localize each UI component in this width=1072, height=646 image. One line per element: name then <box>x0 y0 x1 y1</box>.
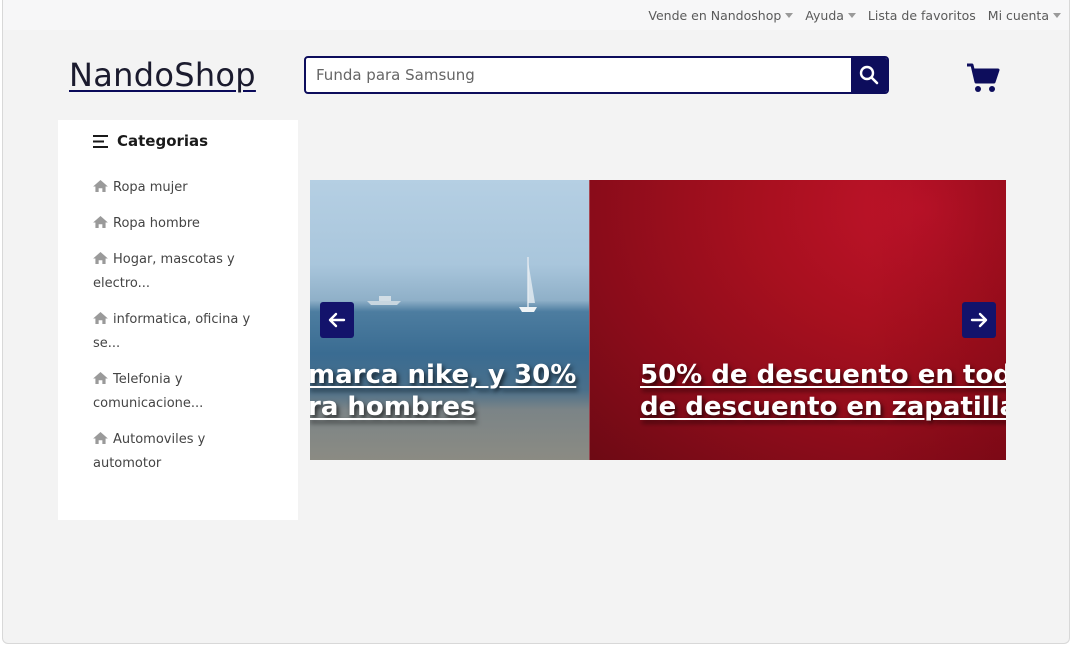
home-icon <box>93 252 108 264</box>
categories-sidebar: Categorias Ropa mujer Ropa hombre Hogar,… <box>58 120 298 520</box>
topbar-account-label: Mi cuenta <box>987 7 1049 23</box>
category-label: Hogar, mascotas y electro... <box>93 252 235 291</box>
category-item-informatica[interactable]: informatica, oficina y se... <box>93 308 263 356</box>
category-item-hogar[interactable]: Hogar, mascotas y electro... <box>93 248 263 296</box>
search-input[interactable] <box>306 58 851 92</box>
topbar-favorites-label: Lista de favoritos <box>867 7 976 23</box>
topbar-help-link[interactable]: Ayuda <box>805 8 856 23</box>
slide-text-line: 50% de descuento en toda la m <box>640 360 1006 390</box>
search-button[interactable] <box>851 58 887 92</box>
home-icon <box>93 432 108 444</box>
search-bar <box>304 56 889 94</box>
topbar-account-link[interactable]: Mi cuenta <box>988 8 1061 23</box>
caret-down-icon <box>847 13 856 18</box>
app-window: Vende en Nandoshop Ayuda Lista de favori… <box>2 0 1070 644</box>
category-label: Ropa hombre <box>113 216 200 231</box>
promo-carousel: marca nike, y 30% ra hombres 50% de desc… <box>310 180 1006 460</box>
topbar-sell-label: Vende en Nandoshop <box>648 7 782 23</box>
home-icon <box>93 312 108 324</box>
home-icon <box>93 216 108 228</box>
slide-text-line: de descuento en zapatillas par <box>640 392 1006 422</box>
cart-icon <box>967 63 1000 92</box>
carousel-slide-text-right[interactable]: 50% de descuento en toda la m de descuen… <box>640 359 1006 423</box>
slide-text-line: ra hombres <box>310 392 476 422</box>
sailboat-silhouette <box>519 257 537 312</box>
categories-title: Categorias <box>117 132 209 150</box>
categories-header: Categorias <box>93 132 208 150</box>
top-bar: Vende en Nandoshop Ayuda Lista de favori… <box>3 0 1069 30</box>
home-icon <box>93 372 108 384</box>
caret-down-icon <box>1053 13 1061 18</box>
carousel-prev-button[interactable] <box>320 302 354 338</box>
category-item-telefonia[interactable]: Telefonia y comunicacione... <box>93 368 263 416</box>
categories-list: Ropa mujer Ropa hombre Hogar, mascotas y… <box>93 176 263 488</box>
ship-silhouette <box>367 296 401 305</box>
category-item-automoviles[interactable]: Automoviles y automotor <box>93 428 263 476</box>
slide-text-line: marca nike, y 30% <box>310 360 577 390</box>
caret-down-icon <box>785 13 794 18</box>
category-item-ropa-hombre[interactable]: Ropa hombre <box>93 212 263 236</box>
cart-button[interactable] <box>966 62 1000 94</box>
logo-link[interactable]: NandoShop <box>69 56 256 94</box>
topbar-favorites-link[interactable]: Lista de favoritos <box>868 8 976 23</box>
slide-divider <box>589 180 590 460</box>
home-icon <box>93 180 108 192</box>
arrow-right-icon <box>970 312 988 328</box>
carousel-slide-text-left[interactable]: marca nike, y 30% ra hombres <box>310 359 576 423</box>
menu-icon <box>93 134 108 148</box>
carousel-next-button[interactable] <box>962 302 996 338</box>
category-label: informatica, oficina y se... <box>93 312 251 351</box>
arrow-left-icon <box>328 312 346 328</box>
category-label: Ropa mujer <box>113 180 188 195</box>
topbar-sell-link[interactable]: Vende en Nandoshop <box>648 7 794 23</box>
category-label: Telefonia y comunicacione... <box>93 372 204 411</box>
category-label: Automoviles y automotor <box>93 432 206 471</box>
topbar-help-label: Ayuda <box>805 7 844 23</box>
search-icon <box>859 65 879 85</box>
category-item-ropa-mujer[interactable]: Ropa mujer <box>93 176 263 200</box>
